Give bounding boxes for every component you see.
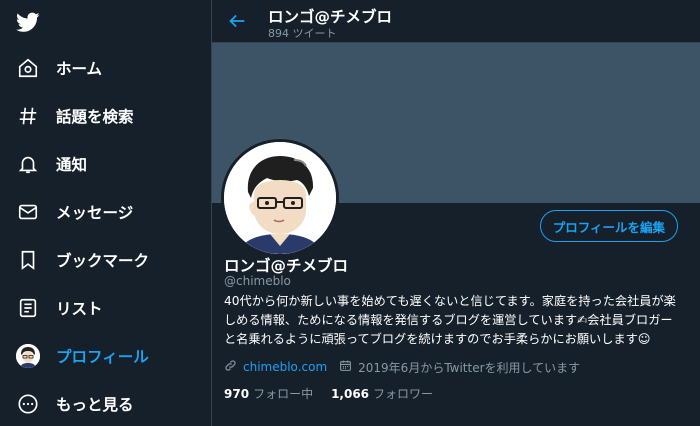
nav-item-home[interactable]: ホーム [10,49,102,87]
bio-line: しめる情報、ためになる情報を発信するブログを運営しています✍会社員ブロガー [224,313,673,327]
nav-label-notifications: 通知 [56,156,88,174]
nav-label-home: ホーム [56,60,103,78]
bio-line: 40代から何か新しい事を始めても遅くないと信じてます。家庭を持った会社員が楽 [224,294,676,308]
profile-handle: @chimeblo [224,274,291,288]
nav-item-lists[interactable]: リスト [10,289,103,327]
mail-icon [16,200,40,224]
joined-date: 2019年6月からTwitterを利用しています [358,360,581,375]
nav-item-explore[interactable]: 話題を検索 [10,97,134,135]
followers-label[interactable]: フォロワー [373,387,433,401]
bio-line: と名乗れるように頑張ってブログを続けますのでお手柔らかにお願いします☺ [224,332,651,346]
sidebar: ホーム 話題を検索 通知 メッセージ ブックマーク リスト プロフィール もっと… [0,0,211,426]
nav-item-notifications[interactable]: 通知 [10,145,87,183]
hashtag-icon [16,104,40,128]
profile-name: ロンゴ@チメブロ [224,257,349,275]
nav-item-profile[interactable]: プロフィール [10,337,149,375]
website-link[interactable]: chimeblo.com [243,360,327,374]
list-icon [16,296,40,320]
bookmark-icon [16,248,40,272]
nav-label-explore: 話題を検索 [56,108,134,126]
profile-meta: chimeblo.com 2019年6月からTwitterを利用しています [224,358,580,376]
following-label[interactable]: フォロー中 [253,387,313,401]
following-count[interactable]: 970 [224,387,249,401]
nav-item-more[interactable]: もっと見る [10,385,134,423]
nav-label-bookmarks: ブックマーク [56,252,150,270]
nav-label-lists: リスト [56,300,103,318]
edit-profile-button[interactable]: プロフィールを編集 [539,210,678,242]
profile-header: ロンゴ@チメブロ 894 ツイート [212,0,700,43]
twitter-bird-icon[interactable] [15,10,40,34]
bell-icon [16,152,40,176]
followers-count[interactable]: 1,066 [331,387,369,401]
link-icon [224,359,237,375]
nav-item-messages[interactable]: メッセージ [10,193,133,231]
profile-column: ロンゴ@チメブロ 894 ツイート プロフィールを編集 ロンゴ@チメブロ @ch… [212,0,700,426]
tweet-count: 894 ツイート [268,27,337,40]
more-icon [16,392,40,416]
home-icon [16,56,40,80]
nav-label-profile: プロフィール [56,348,149,366]
nav-label-messages: メッセージ [56,204,134,222]
back-arrow-icon[interactable] [226,10,248,32]
profile-bio: 40代から何か新しい事を始めても遅くないと信じてます。家庭を持った会社員が楽 し… [224,292,690,349]
page-title: ロンゴ@チメブロ [268,8,393,26]
nav-item-bookmarks[interactable]: ブックマーク [10,241,149,279]
calendar-icon [339,359,352,375]
nav-label-more: もっと見る [56,396,134,414]
avatar [16,344,40,368]
avatar-icon [16,344,40,368]
follow-counts: 970 フォロー中 1,066 フォロワー [224,385,433,402]
profile-avatar[interactable] [221,139,339,257]
